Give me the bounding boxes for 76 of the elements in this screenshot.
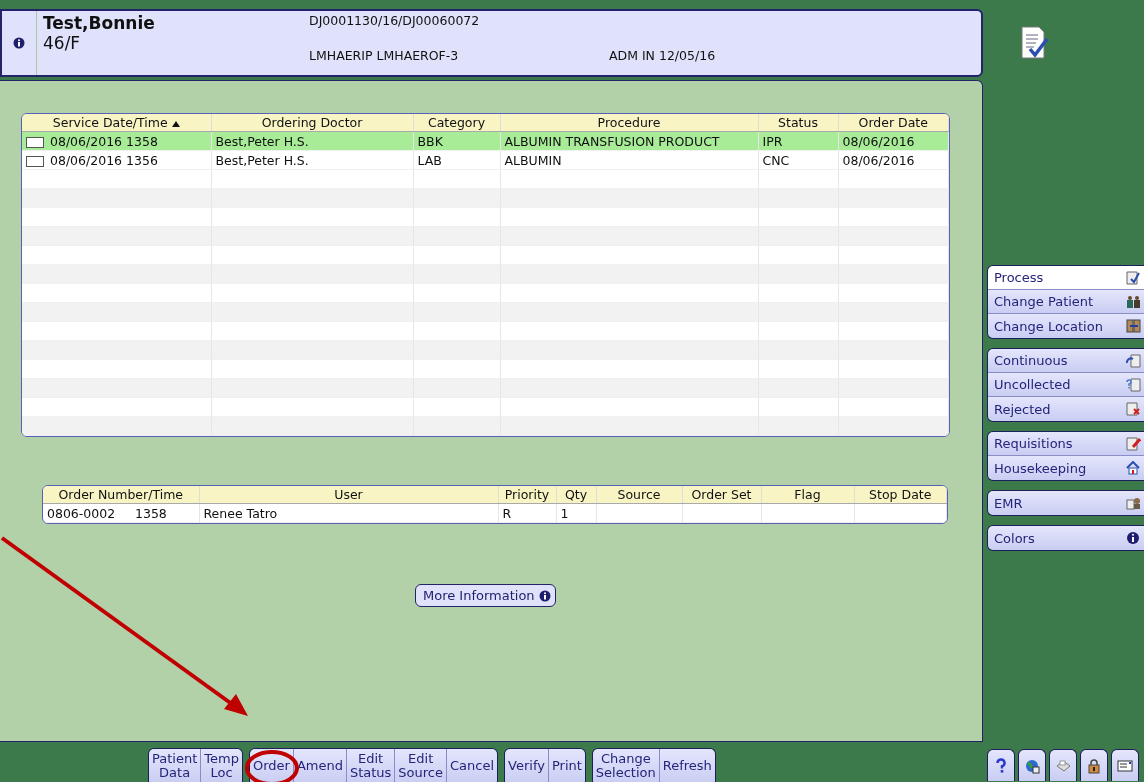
toolbar-button[interactable]: Temp Loc (201, 749, 242, 782)
table-cell: CNC (758, 150, 838, 170)
document-question-icon (1126, 377, 1141, 392)
table-cell: 1 (556, 503, 596, 523)
column-header[interactable]: Qty (556, 486, 596, 504)
table-cell: ALBUMIN (500, 150, 758, 170)
column-header[interactable]: Flag (761, 486, 854, 504)
account-number: DJ0001130/16/DJ00060072 (309, 13, 481, 30)
row-checkbox[interactable] (26, 155, 44, 167)
printer-icon (1055, 757, 1071, 774)
table-cell: LAB (413, 150, 500, 170)
document-pen-icon (1126, 436, 1141, 451)
column-header[interactable]: Status (758, 114, 838, 132)
people-icon (1126, 294, 1141, 309)
table-cell: Renee Tatro (199, 503, 498, 523)
person-document-icon (1126, 496, 1141, 510)
side-menu-item[interactable]: Rejected (988, 397, 1144, 421)
toolbar-button[interactable]: Edit Source (395, 749, 447, 782)
toolbar-button[interactable]: Edit Status (346, 749, 396, 782)
house-icon (1126, 461, 1141, 475)
column-header[interactable]: Stop Date (854, 486, 947, 504)
document-check-icon (1018, 25, 1049, 61)
row-checkbox[interactable] (26, 136, 44, 148)
document-check-icon (1126, 270, 1141, 285)
table-cell: 0806-0002 1358 (43, 503, 199, 523)
side-menu-item[interactable]: Process (988, 266, 1144, 290)
document-x-icon (1126, 402, 1141, 416)
question-mark-icon (993, 757, 1009, 774)
message-button[interactable] (1111, 749, 1139, 781)
question-mark-button[interactable] (987, 749, 1015, 781)
toolbar-button[interactable]: Print (548, 749, 585, 782)
toolbar-button[interactable]: Patient Data (149, 749, 202, 782)
side-menu-item[interactable]: EMR (988, 491, 1144, 515)
column-header[interactable]: User (199, 486, 498, 504)
column-header[interactable]: Priority (498, 486, 556, 504)
toolbar-button[interactable]: Verify (505, 749, 549, 782)
toolbar-button[interactable]: Change Selection (592, 749, 660, 782)
table-cell: Best,Peter H.S. (211, 150, 413, 170)
table-cell: 08/06/2016 1358 (50, 133, 158, 149)
doors-icon (1126, 319, 1141, 333)
side-menu-item[interactable]: Colors (988, 526, 1144, 550)
patient-name: Test,Bonnie (43, 13, 156, 33)
info-icon (538, 589, 551, 602)
column-header[interactable]: Procedure (500, 114, 758, 132)
patient-age-sex: 46/F (43, 33, 82, 53)
info-icon (1126, 531, 1141, 545)
side-menu-item[interactable]: Change Patient (988, 290, 1144, 314)
table-cell: 08/06/2016 1356 (50, 152, 158, 168)
padlock-button[interactable] (1080, 749, 1108, 781)
padlock-icon (1086, 757, 1102, 774)
more-information-button[interactable]: More Information (415, 584, 556, 607)
toolbar-button[interactable]: Amend (293, 749, 347, 782)
patient-location: LMHAERIP LMHAEROF-3 (309, 48, 460, 65)
column-header[interactable]: Order Number/Time (43, 486, 199, 504)
side-menu-item[interactable]: Uncollected (988, 373, 1144, 397)
column-header[interactable]: Service Date/Time (22, 114, 211, 132)
column-header[interactable]: Order Date (838, 114, 949, 132)
message-icon (1117, 757, 1133, 774)
admission-date: ADM IN 12/05/16 (609, 48, 717, 65)
side-menu-item[interactable]: Change Location (988, 314, 1144, 338)
toolbar-button[interactable]: Cancel (447, 749, 498, 782)
globe-button[interactable] (1018, 749, 1046, 781)
side-menu-item[interactable]: Requisitions (988, 432, 1144, 456)
toolbar-button[interactable]: Refresh (659, 749, 715, 782)
printer-button[interactable] (1049, 749, 1077, 781)
table-cell: 08/06/2016 (838, 150, 949, 170)
table-cell: R (498, 503, 556, 523)
info-icon[interactable] (13, 37, 25, 49)
column-header[interactable]: Ordering Doctor (211, 114, 413, 132)
side-menu-item[interactable]: Continuous (988, 349, 1144, 373)
column-header[interactable]: Source (596, 486, 682, 504)
column-header[interactable]: Category (413, 114, 500, 132)
side-menu-item[interactable]: Housekeeping (988, 456, 1144, 480)
document-cycle-icon (1126, 353, 1141, 368)
column-header[interactable]: Order Set (682, 486, 761, 504)
globe-icon (1024, 757, 1040, 774)
